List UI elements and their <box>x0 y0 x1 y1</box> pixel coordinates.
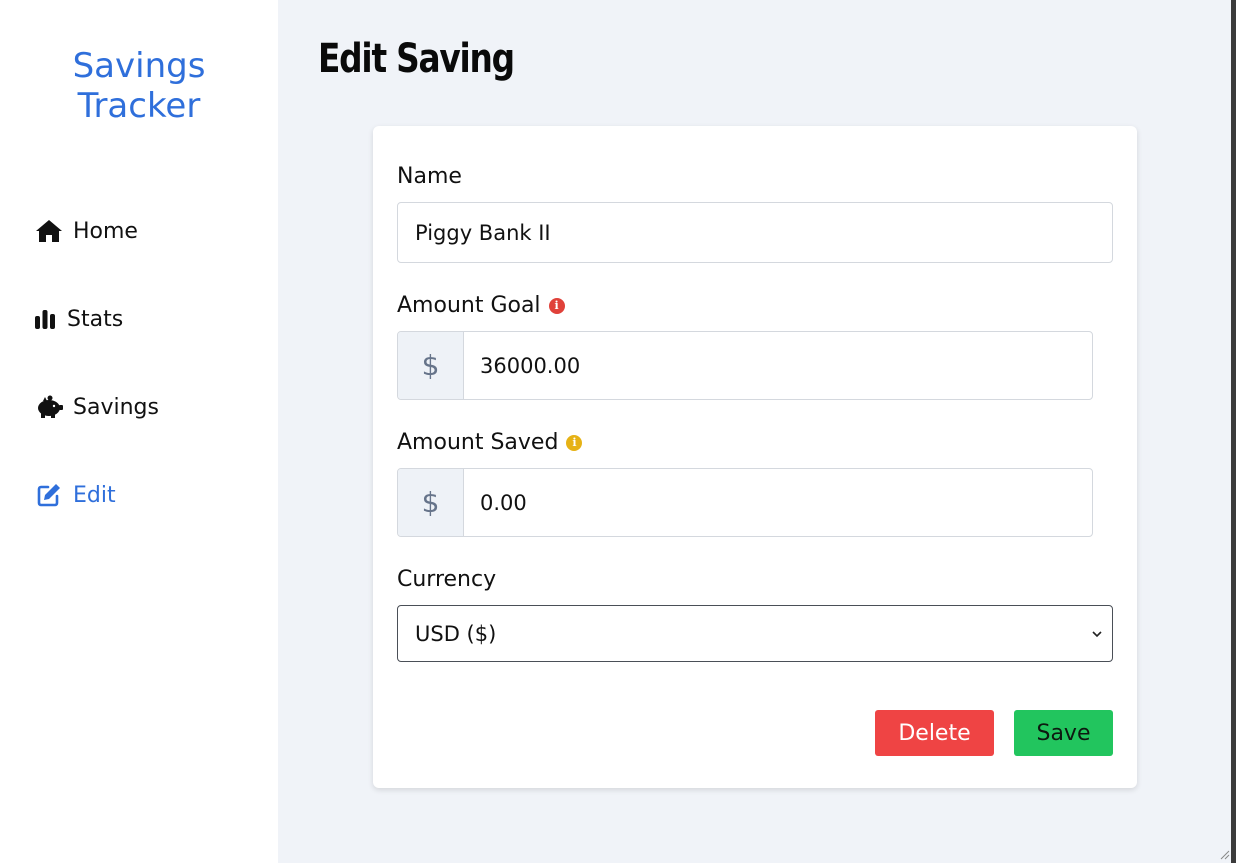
chevron-down-icon <box>1092 627 1102 641</box>
amount-saved-input-group: $ 0.00 <box>397 468 1093 537</box>
piggy-bank-icon <box>34 392 64 422</box>
currency-select[interactable]: USD ($) <box>397 605 1113 662</box>
nav-item-savings[interactable]: Savings <box>34 392 159 422</box>
save-button[interactable]: Save <box>1014 710 1113 756</box>
name-label: Name <box>397 164 462 189</box>
amount-saved-input[interactable]: 0.00 <box>464 469 1092 536</box>
nav-item-savings-label: Savings <box>73 394 159 420</box>
amount-saved-label: Amount Saved i <box>397 430 583 455</box>
name-input[interactable]: Piggy Bank II <box>397 202 1113 263</box>
sidebar: Savings Tracker Home Stats Savings Edit <box>0 0 278 863</box>
nav-item-home[interactable]: Home <box>34 216 138 246</box>
app-brand[interactable]: Savings Tracker <box>0 46 278 126</box>
amount-goal-label-text: Amount Goal <box>397 293 541 318</box>
nav-item-stats-label: Stats <box>67 306 124 332</box>
currency-label: Currency <box>397 567 496 592</box>
amount-goal-value: 36000.00 <box>480 353 581 378</box>
bar-chart-icon <box>34 304 56 334</box>
resize-grip-icon[interactable] <box>1218 847 1230 860</box>
home-icon <box>34 216 64 246</box>
currency-prefix: $ <box>398 469 464 536</box>
currency-select-value: USD ($) <box>415 621 497 646</box>
edit-icon <box>34 480 64 510</box>
currency-label-text: Currency <box>397 567 497 592</box>
amount-saved-value: 0.00 <box>480 490 527 515</box>
brand-line-2: Tracker <box>77 86 201 126</box>
nav-item-edit[interactable]: Edit <box>34 480 116 510</box>
amount-saved-label-text: Amount Saved <box>397 430 559 455</box>
currency-prefix: $ <box>398 332 464 399</box>
amount-goal-input-group: $ 36000.00 <box>397 331 1093 400</box>
nav-item-edit-label: Edit <box>73 482 116 508</box>
info-icon[interactable]: i <box>548 297 565 314</box>
info-icon[interactable]: i <box>566 434 583 451</box>
page-title: Edit Saving <box>318 36 515 82</box>
brand-line-1: Savings <box>72 46 206 86</box>
amount-goal-label: Amount Goal i <box>397 293 565 318</box>
nav-item-stats[interactable]: Stats <box>34 304 123 334</box>
amount-goal-input[interactable]: 36000.00 <box>464 332 1092 399</box>
delete-button[interactable]: Delete <box>875 710 994 756</box>
name-label-text: Name <box>397 164 462 189</box>
nav-item-home-label: Home <box>73 218 138 244</box>
window-edge <box>1231 0 1236 863</box>
name-input-value: Piggy Bank II <box>415 220 551 245</box>
edit-saving-form: Name Piggy Bank II Amount Goal i $ 36000… <box>373 126 1137 788</box>
